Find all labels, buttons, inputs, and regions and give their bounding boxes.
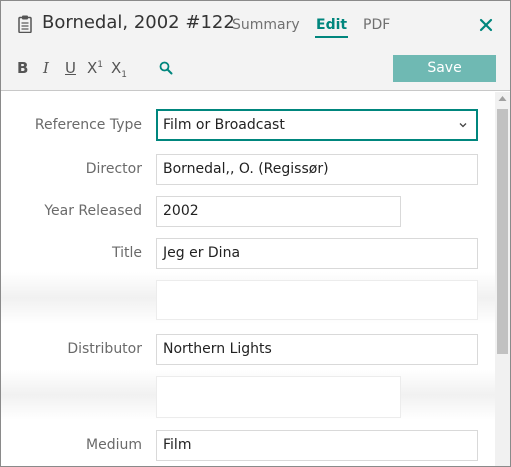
italic-button[interactable]: I: [43, 60, 49, 77]
faded-field[interactable]: [156, 280, 478, 320]
underline-button[interactable]: U: [65, 60, 76, 77]
superscript-base: X: [87, 59, 98, 77]
reference-type-select[interactable]: Film or Broadcast: [156, 109, 478, 141]
medium-field[interactable]: Film: [156, 430, 478, 461]
medium-label: Medium: [86, 437, 142, 453]
scroll-up-arrow-icon[interactable]: [498, 95, 507, 102]
vertical-scrollbar[interactable]: [495, 92, 510, 466]
tab-edit[interactable]: Edit: [314, 17, 349, 38]
superscript-button[interactable]: X1: [87, 60, 103, 77]
scrollbar-thumb[interactable]: [497, 109, 508, 354]
editor-header: Bornedal, 2002 #122 Summary Edit PDF B I…: [1, 1, 510, 91]
tab-summary[interactable]: Summary: [232, 17, 300, 33]
year-released-label: Year Released: [44, 203, 142, 219]
clipboard-icon: [18, 15, 32, 33]
year-released-field[interactable]: 2002: [156, 196, 401, 227]
distributor-label: Distributor: [67, 341, 142, 357]
title-label: Title: [111, 245, 142, 261]
faded-field[interactable]: [156, 376, 401, 418]
reference-form: Reference Type Film or Broadcast Directo…: [1, 92, 495, 466]
save-button[interactable]: Save: [393, 55, 496, 82]
reference-title: Bornedal, 2002 #122: [42, 12, 235, 33]
tab-pdf[interactable]: PDF: [363, 17, 390, 33]
distributor-field[interactable]: Northern Lights: [156, 334, 478, 365]
reference-editor-window: Bornedal, 2002 #122 Summary Edit PDF B I…: [0, 0, 511, 467]
bold-button[interactable]: B: [17, 60, 28, 77]
subscript-button[interactable]: X1: [111, 59, 128, 80]
search-icon[interactable]: [159, 61, 173, 75]
title-field[interactable]: Jeg er Dina: [156, 238, 478, 269]
close-icon[interactable]: [475, 14, 497, 36]
chevron-down-icon: [459, 123, 467, 128]
director-field[interactable]: Bornedal,, O. (Regissør): [156, 154, 478, 185]
superscript-mark: 1: [97, 60, 104, 70]
subscript-mark: 1: [121, 70, 128, 80]
subscript-base: X: [111, 59, 122, 77]
reference-type-value: Film or Broadcast: [163, 117, 285, 133]
director-label: Director: [85, 161, 142, 177]
reference-type-label: Reference Type: [34, 117, 142, 133]
